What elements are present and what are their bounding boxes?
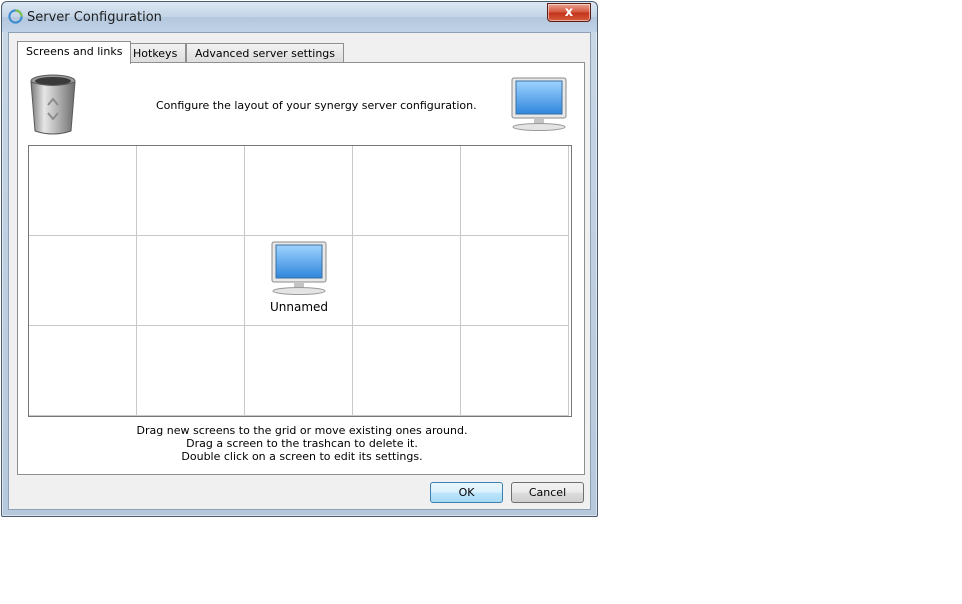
tab-screens-and-links[interactable]: Screens and links [17,41,132,64]
trashcan-icon[interactable] [28,73,78,137]
synergy-app-icon [8,9,23,24]
server-configuration-window: Server Configuration x Screens and links… [1,1,598,517]
grid-cell[interactable] [245,326,353,416]
screens-and-links-panel: Configure the layout of your synergy ser… [17,62,585,475]
window-title: Server Configuration [27,10,162,25]
header-description: Configure the layout of your synergy ser… [156,99,477,112]
new-screen-monitor-icon[interactable] [510,76,568,134]
title-bar[interactable]: Server Configuration x [2,2,597,32]
grid-cell[interactable] [353,146,461,236]
help-text-line-3: Double click on a screen to edit its set… [181,450,423,463]
grid-cell[interactable] [353,326,461,416]
screen-layout-grid[interactable]: Unnamed [28,145,572,417]
close-icon: x [564,5,574,20]
cancel-button[interactable]: Cancel [511,482,584,503]
dialog-client-area: Screens and links Hotkeys Advanced serve… [8,32,591,510]
grid-cell[interactable] [353,236,461,326]
help-text-line-2: Drag a screen to the trashcan to delete … [186,437,418,450]
grid-cell[interactable] [137,326,245,416]
grid-cell[interactable] [29,326,137,416]
close-button[interactable]: x [547,3,591,22]
screen-name-label: Unnamed [269,300,329,314]
help-text-line-1: Drag new screens to the grid or move exi… [136,424,468,437]
grid-cell-screen[interactable]: Unnamed [245,236,353,326]
tab-hotkeys[interactable]: Hotkeys [124,43,187,63]
grid-cell[interactable] [29,146,137,236]
grid-cell[interactable] [137,146,245,236]
ok-button[interactable]: OK [430,482,503,503]
grid-cell[interactable] [29,236,137,326]
grid-cell[interactable] [461,236,569,326]
grid-cell[interactable] [137,236,245,326]
screen-unnamed[interactable]: Unnamed [245,236,353,326]
grid-cell[interactable] [461,326,569,416]
tab-advanced-server-settings[interactable]: Advanced server settings [186,43,345,63]
grid-cell[interactable] [245,146,353,236]
grid-cell[interactable] [461,146,569,236]
monitor-icon [271,241,327,295]
